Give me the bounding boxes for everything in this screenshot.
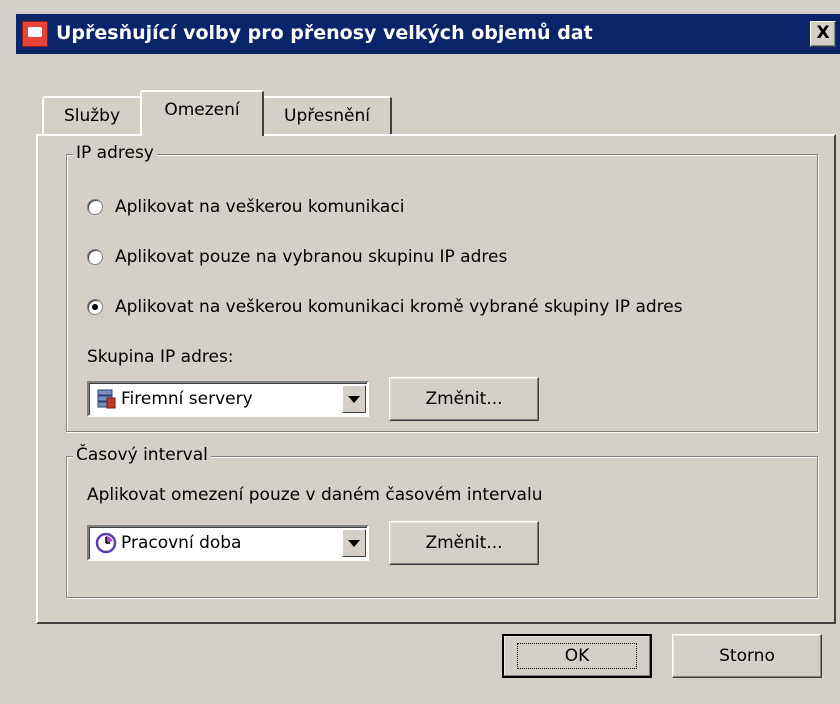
ip-group-label: Skupina IP adres: xyxy=(87,347,234,367)
time-group-description: Aplikovat omezení pouze v daném časovém … xyxy=(87,485,543,505)
change-ip-group-button[interactable]: Změnit... xyxy=(389,377,539,421)
close-button[interactable]: X xyxy=(810,21,836,47)
tab-upresneni[interactable]: Upřesnění xyxy=(262,96,392,134)
time-group-legend: Časový interval xyxy=(73,445,211,465)
tab-label: Omezení xyxy=(164,100,240,120)
ip-address-group: IP adresy Aplikovat na veškerou komunika… xyxy=(66,143,818,432)
radio-all-except-group[interactable]: Aplikovat na veškerou komunikaci kromě v… xyxy=(87,297,683,317)
title-bar[interactable]: Upřesňující volby pro přenosy velkých ob… xyxy=(16,14,840,54)
cancel-button[interactable]: Storno xyxy=(672,634,822,678)
tab-label: Upřesnění xyxy=(284,106,370,126)
window-title: Upřesňující volby pro přenosy velkých ob… xyxy=(56,22,593,44)
app-icon xyxy=(22,21,48,47)
button-label: Změnit... xyxy=(425,389,503,409)
chevron-down-icon[interactable] xyxy=(342,529,366,557)
button-label: OK xyxy=(517,643,637,669)
clock-icon xyxy=(95,532,117,554)
ip-group-legend: IP adresy xyxy=(73,143,157,163)
radio-label: Aplikovat na veškerou komunikaci xyxy=(115,197,405,217)
server-group-icon xyxy=(97,389,116,409)
ip-group-select-value: Firemní servery xyxy=(121,389,253,409)
radio-label: Aplikovat pouze na vybranou skupinu IP a… xyxy=(115,247,508,267)
time-interval-select-value: Pracovní doba xyxy=(121,533,242,553)
radio-button[interactable] xyxy=(87,249,103,265)
tab-label: Služby xyxy=(63,106,121,126)
tab-sluzby[interactable]: Služby xyxy=(42,96,142,134)
ok-button[interactable]: OK xyxy=(502,634,652,678)
radio-button[interactable] xyxy=(87,199,103,215)
radio-all-traffic[interactable]: Aplikovat na veškerou komunikaci xyxy=(87,197,404,217)
ip-group-select[interactable]: Firemní servery xyxy=(87,381,369,417)
time-interval-group: Časový interval Aplikovat omezení pouze … xyxy=(66,445,818,598)
dialog-window: Upřesňující volby pro přenosy velkých ob… xyxy=(16,14,840,704)
chevron-down-icon[interactable] xyxy=(342,385,366,413)
time-interval-select[interactable]: Pracovní doba xyxy=(87,525,369,561)
tab-panel-omezeni: IP adresy Aplikovat na veškerou komunika… xyxy=(36,134,836,624)
tab-omezeni[interactable]: Omezení xyxy=(140,90,264,136)
button-label: Změnit... xyxy=(425,533,503,553)
change-time-interval-button[interactable]: Změnit... xyxy=(389,521,539,565)
radio-selected-group-only[interactable]: Aplikovat pouze na vybranou skupinu IP a… xyxy=(87,247,507,267)
button-label: Storno xyxy=(719,646,775,666)
radio-button[interactable] xyxy=(87,299,103,315)
radio-label: Aplikovat na veškerou komunikaci kromě v… xyxy=(115,297,683,317)
